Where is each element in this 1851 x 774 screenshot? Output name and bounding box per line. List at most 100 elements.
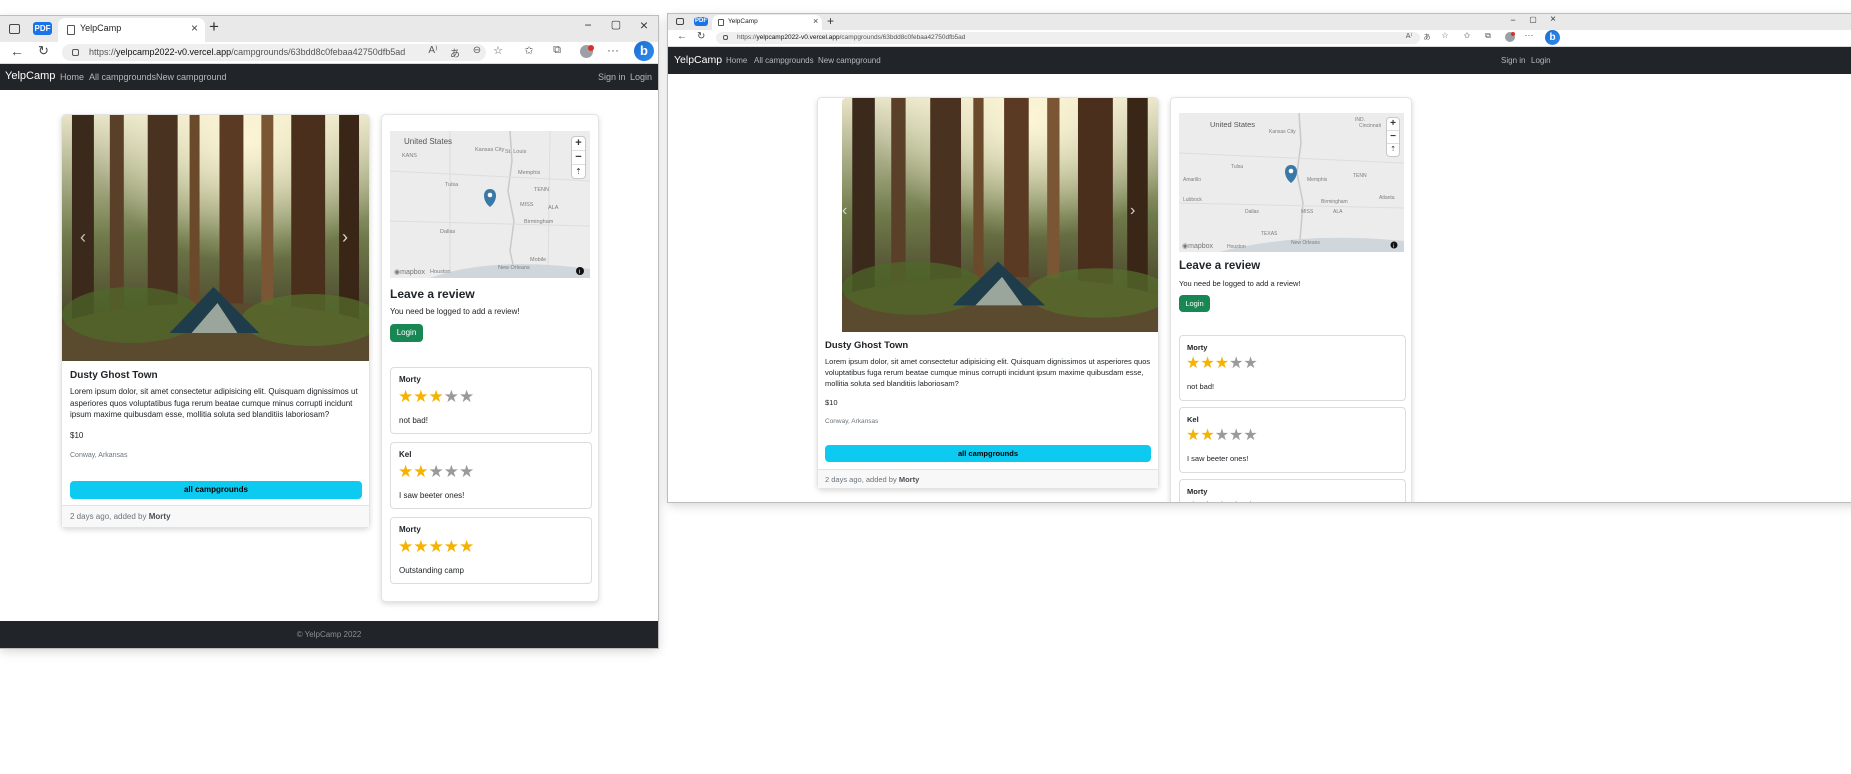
favorite-add-icon[interactable]: ☆ (1440, 31, 1450, 40)
zoom-in-button[interactable]: + (1387, 118, 1399, 131)
carousel-prev-icon[interactable]: ‹ (80, 227, 86, 248)
nav-login[interactable]: Login (1531, 56, 1551, 65)
star-icon: ★ (1200, 355, 1215, 372)
campground-location: Conway, Arkansas (825, 418, 879, 425)
campground-card-footer: 2 days ago, added by Morty (818, 469, 1158, 488)
nav-login[interactable]: Login (630, 72, 652, 82)
star-icon: ★ (443, 537, 459, 556)
star-icon: ★ (1186, 355, 1201, 372)
sidebar-icon[interactable] (9, 24, 20, 34)
favorite-add-icon[interactable]: ☆ (491, 44, 505, 57)
review-note: You need be logged to add a review! (390, 307, 520, 316)
close-icon[interactable]: × (813, 16, 818, 26)
compass-button[interactable]: ⇡ (572, 165, 585, 178)
star-rating: ★★★★★ (1186, 355, 1258, 373)
sidebar-icon[interactable] (676, 18, 684, 25)
map-label-cincinnati: Cincinnati (1359, 123, 1381, 129)
map-label-kans: KANS (402, 153, 417, 159)
brand-link[interactable]: YelpCamp (5, 70, 55, 82)
close-icon[interactable]: × (191, 21, 198, 35)
brand-link[interactable]: YelpCamp (674, 54, 722, 66)
star-icon: ★ (428, 387, 444, 406)
map-label-united-states: United States (404, 137, 452, 146)
nav-sign-in[interactable]: Sign in (598, 72, 626, 82)
star-icon: ★ (1186, 427, 1201, 444)
document-icon (718, 19, 724, 26)
profile-icon[interactable] (1505, 32, 1515, 42)
mapbox-logo: ◉mapbox (394, 269, 426, 276)
star-icon: ★ (1214, 427, 1230, 444)
bing-icon[interactable]: b (634, 41, 654, 61)
carousel-prev-icon[interactable]: ‹ (842, 202, 847, 220)
carousel-next-icon[interactable]: › (342, 227, 348, 248)
nav-home[interactable]: Home (726, 56, 747, 65)
maximize-icon[interactable]: ▢ (609, 18, 623, 31)
profile-icon[interactable] (580, 45, 594, 58)
review-panel: Kansas City St. Louis Tulsa Memphis Dall… (381, 114, 599, 602)
review-login-button[interactable]: Login (390, 324, 423, 342)
translate-icon[interactable]: あ (1422, 32, 1432, 42)
back-arrow-icon[interactable]: ← (677, 31, 687, 42)
more-icon[interactable]: ··· (606, 43, 620, 57)
review-heading: Leave a review (1179, 260, 1261, 272)
map-label-miss: MISS (1301, 209, 1314, 215)
refresh-icon[interactable]: ↻ (38, 43, 49, 59)
star-icon: ★ (413, 462, 429, 481)
window-close-icon[interactable]: × (1548, 14, 1558, 25)
url-path: /campgrounds/63bdd8c0febaa42750dfb5ad (839, 34, 966, 41)
bing-icon[interactable]: b (1545, 30, 1560, 45)
zoom-icon[interactable]: ⊖ (470, 45, 484, 56)
url-text[interactable]: https://yelpcamp2022-v0.vercel.app/campg… (89, 47, 405, 57)
window-close-icon[interactable]: × (637, 17, 651, 33)
star-icon: ★ (1229, 427, 1244, 444)
favorites-icon[interactable]: ✩ (522, 44, 536, 57)
url-text[interactable]: https://yelpcamp2022-v0.vercel.app/campg… (737, 34, 965, 41)
zoom-out-button[interactable]: − (572, 151, 585, 165)
star-rating: ★★★★★ (398, 462, 474, 481)
compass-button[interactable]: ⇡ (1387, 144, 1399, 156)
url-scheme: https:// (89, 47, 117, 57)
carousel-next-icon[interactable]: › (1130, 202, 1135, 220)
location-map[interactable]: Kansas City Cincinnati IND. Tulsa Memphi… (1179, 113, 1404, 252)
translate-icon[interactable]: あ (448, 45, 462, 60)
location-map[interactable]: Kansas City St. Louis Tulsa Memphis Dall… (390, 131, 590, 278)
minimize-icon[interactable]: − (1508, 15, 1518, 25)
nav-new-campground[interactable]: New campground (156, 72, 227, 82)
minimize-icon[interactable]: − (581, 18, 595, 32)
url-box[interactable]: https://yelpcamp2022-v0.vercel.app/campg… (716, 32, 1420, 44)
campground-location: Conway, Arkansas (70, 452, 128, 459)
all-campgrounds-button[interactable]: all campgrounds (825, 445, 1151, 462)
read-aloud-icon[interactable]: A⁾ (1404, 32, 1414, 40)
back-arrow-icon[interactable]: ← (10, 43, 24, 59)
campground-card-footer: 2 days ago, added by Morty (62, 505, 369, 527)
favorites-icon[interactable]: ✩ (1462, 31, 1472, 40)
tab-yelpcamp[interactable]: YelpCamp × (712, 15, 822, 30)
collections-icon[interactable]: ⧉ (550, 44, 564, 57)
pdf-badge[interactable]: PDF (694, 17, 708, 26)
collections-icon[interactable]: ⧉ (1483, 31, 1493, 41)
notification-dot (1511, 32, 1515, 36)
maximize-icon[interactable]: ▢ (1528, 15, 1538, 24)
read-aloud-icon[interactable]: A⁾ (426, 45, 440, 56)
nav-all-campgrounds[interactable]: All campgrounds (89, 72, 156, 82)
url-box[interactable]: https://yelpcamp2022-v0.vercel.app/campg… (62, 44, 486, 61)
all-campgrounds-button[interactable]: all campgrounds (70, 481, 362, 499)
zoom-in-button[interactable]: + (572, 137, 585, 151)
review-item: Kel ★★★★★ I saw beeter ones! (1179, 407, 1406, 473)
star-rating: ★★★★★ (1186, 427, 1258, 445)
refresh-icon[interactable]: ↻ (697, 31, 705, 42)
nav-all-campgrounds[interactable]: All campgrounds (754, 56, 814, 65)
tab-yelpcamp[interactable]: YelpCamp × (58, 18, 205, 42)
review-heading: Leave a review (390, 287, 475, 301)
zoom-out-button[interactable]: − (1387, 131, 1399, 144)
more-icon[interactable]: ··· (1524, 30, 1534, 40)
nav-home[interactable]: Home (60, 72, 84, 82)
pdf-badge[interactable]: PDF (33, 22, 52, 35)
plus-icon[interactable]: + (209, 17, 219, 37)
forest-tent-image (62, 115, 369, 361)
plus-icon[interactable]: + (827, 14, 834, 28)
review-login-button[interactable]: Login (1179, 295, 1210, 312)
star-icon: ★ (428, 462, 444, 481)
nav-sign-in[interactable]: Sign in (1501, 56, 1525, 65)
nav-new-campground[interactable]: New campground (818, 56, 881, 65)
